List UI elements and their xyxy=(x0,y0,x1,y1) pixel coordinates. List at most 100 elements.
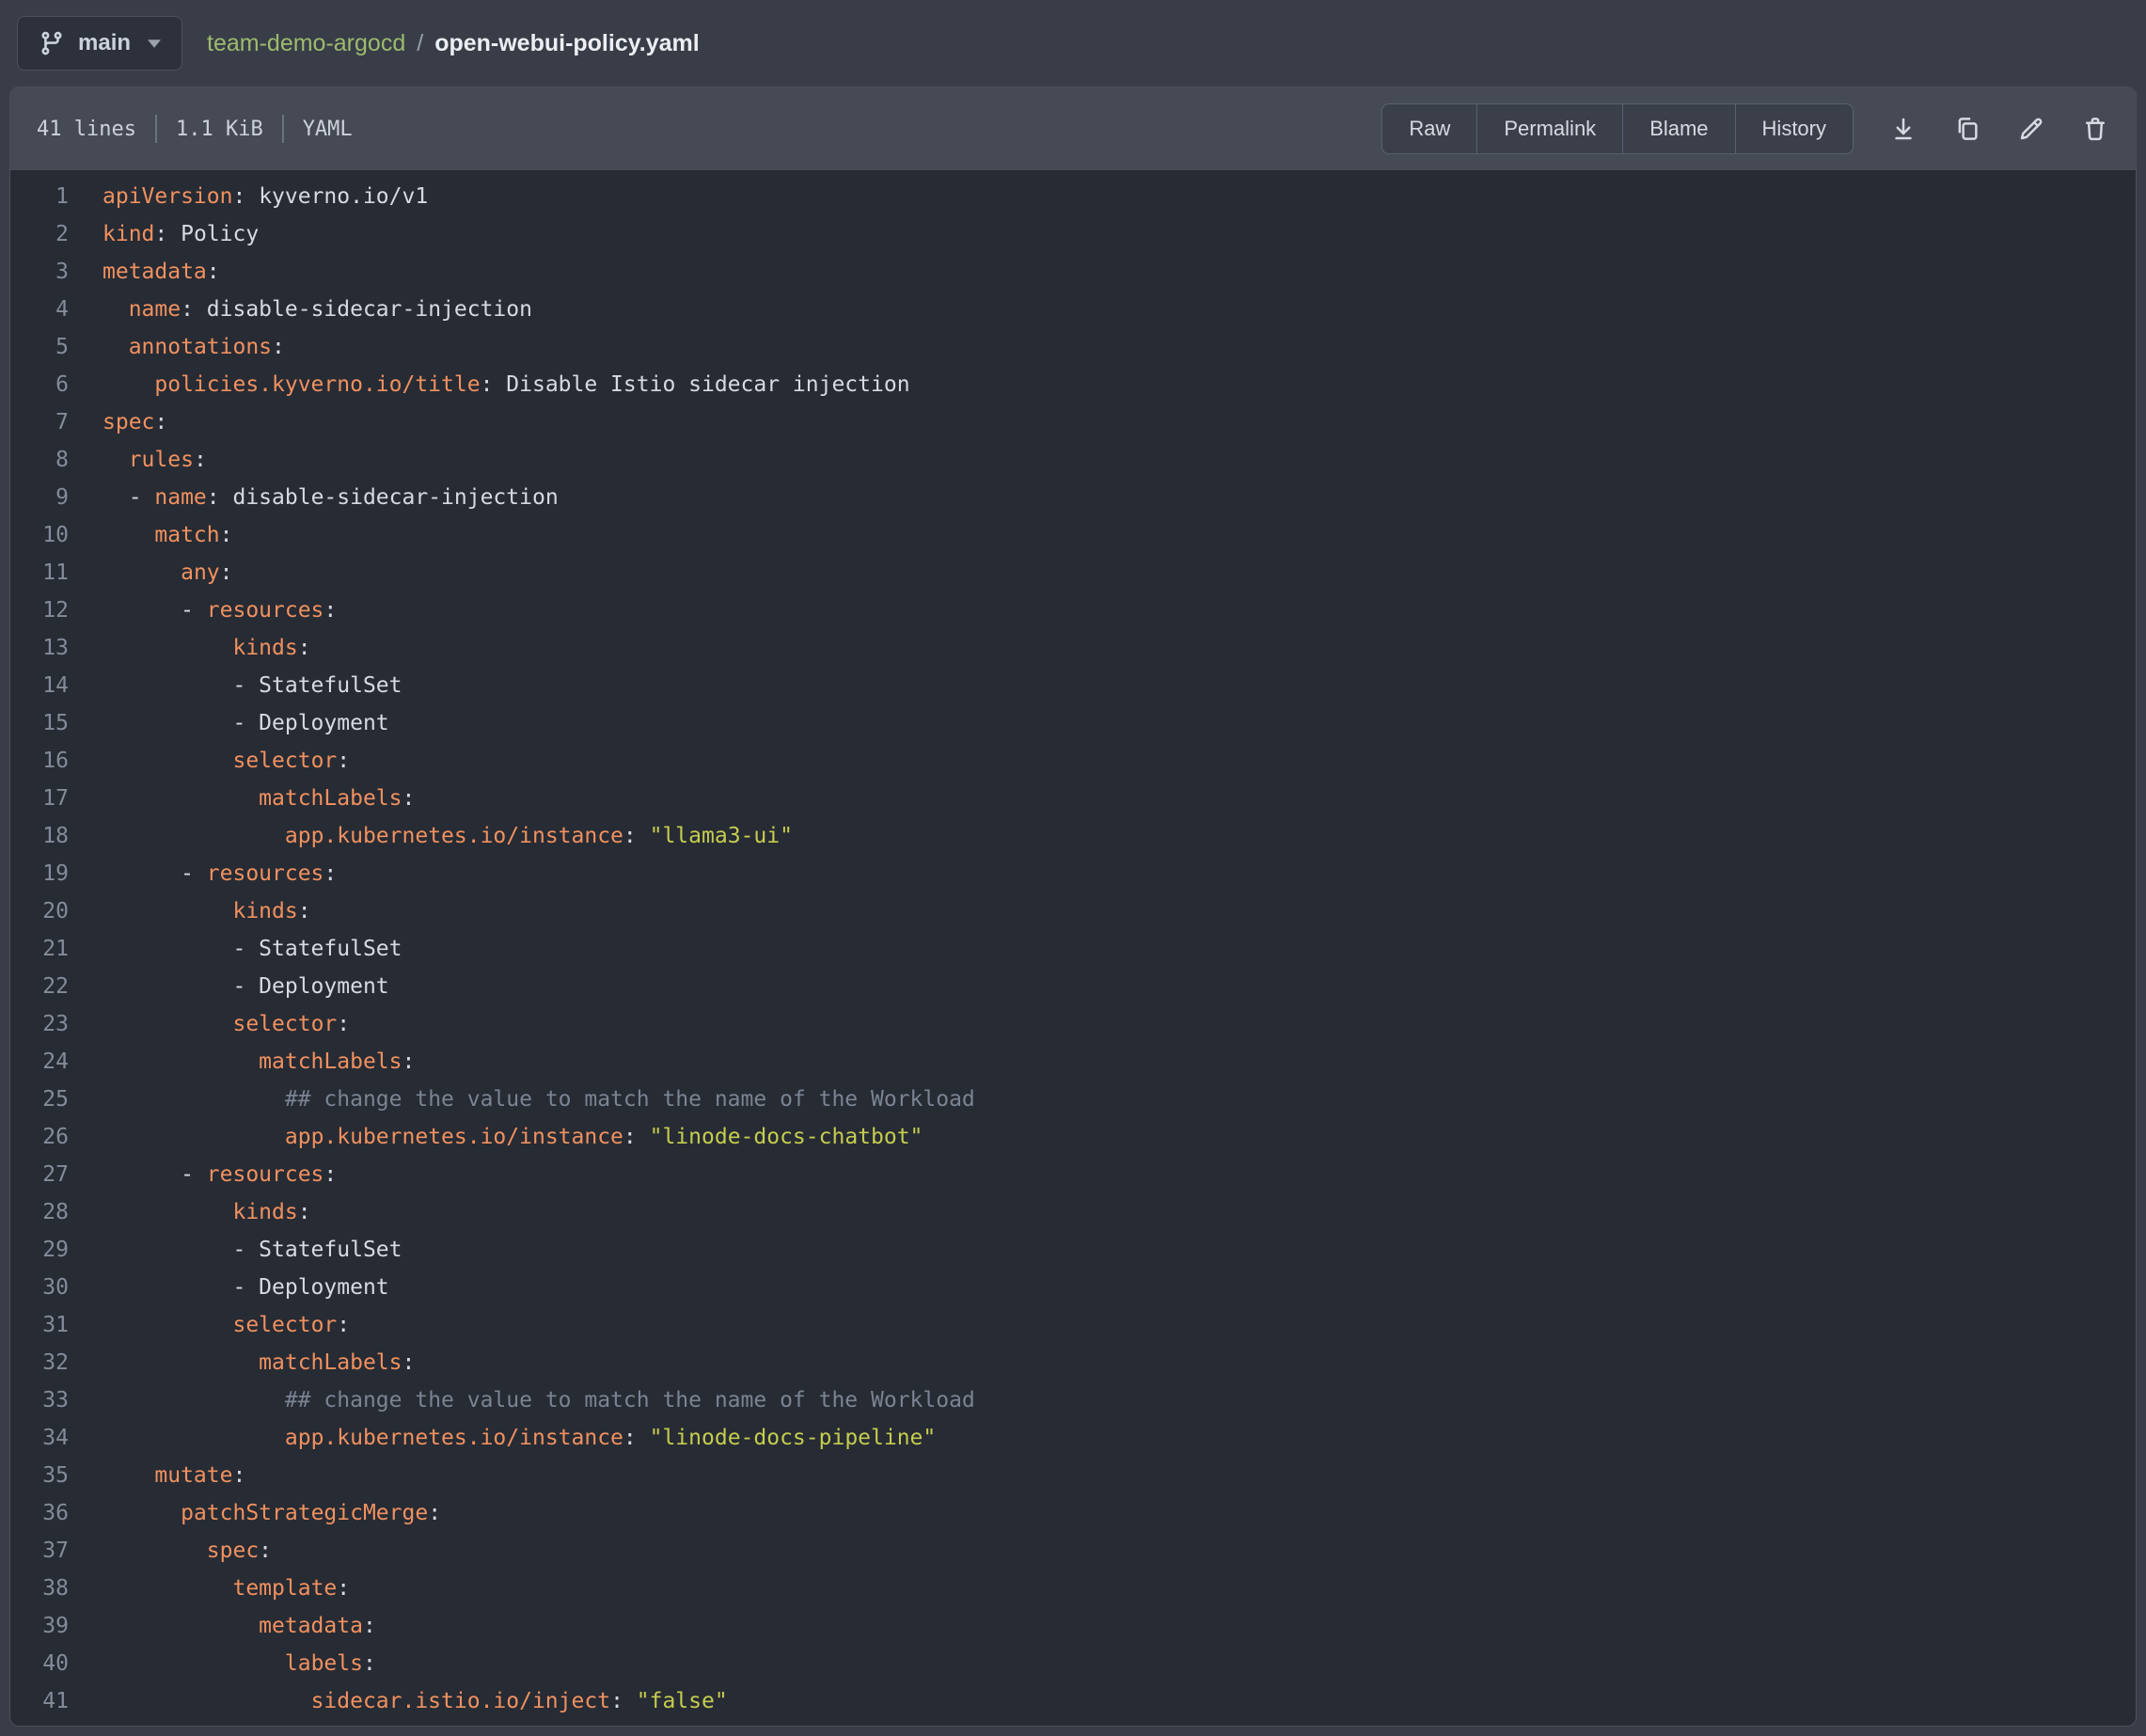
code-token-key: resources xyxy=(207,1162,324,1187)
line-number[interactable]: 2 xyxy=(10,215,103,253)
line-number[interactable]: 16 xyxy=(10,742,103,780)
code-token-punct: : xyxy=(259,1539,272,1563)
line-number[interactable]: 41 xyxy=(10,1682,103,1720)
line-number[interactable]: 27 xyxy=(10,1156,103,1193)
line-number[interactable]: 9 xyxy=(10,479,103,516)
line-number[interactable]: 35 xyxy=(10,1457,103,1494)
code-token-key: selector xyxy=(232,1012,337,1036)
copy-button[interactable] xyxy=(1953,115,1981,143)
code-line: 41 sidecar.istio.io/inject: "false" xyxy=(10,1682,2136,1720)
breadcrumb-repo-link[interactable]: team-demo-argocd xyxy=(207,30,405,57)
code-line-content: - Deployment xyxy=(103,704,389,742)
line-number[interactable]: 12 xyxy=(10,592,103,629)
download-button[interactable] xyxy=(1889,115,1917,143)
line-number[interactable]: 33 xyxy=(10,1381,103,1419)
permalink-button[interactable]: Permalink xyxy=(1476,103,1622,154)
code-token-punct xyxy=(103,1463,154,1488)
code-line: 6 policies.kyverno.io/title: Disable Ist… xyxy=(10,366,2136,403)
line-number[interactable]: 26 xyxy=(10,1118,103,1156)
code-token-string: "false" xyxy=(637,1689,728,1713)
code-token-punct xyxy=(103,1200,232,1224)
line-number[interactable]: 28 xyxy=(10,1193,103,1231)
code-line: 31 selector: xyxy=(10,1306,2136,1344)
edit-button[interactable] xyxy=(2017,115,2045,143)
code-view: 1apiVersion: kyverno.io/v12kind: Policy3… xyxy=(10,170,2136,1727)
line-number[interactable]: 31 xyxy=(10,1306,103,1344)
code-line-content: kinds: xyxy=(103,629,311,667)
code-line-content: - StatefulSet xyxy=(103,930,402,968)
code-token-punct: : xyxy=(298,899,311,923)
pencil-icon xyxy=(2017,115,2045,143)
line-number[interactable]: 24 xyxy=(10,1043,103,1081)
line-number[interactable]: 22 xyxy=(10,968,103,1005)
line-number[interactable]: 38 xyxy=(10,1570,103,1607)
line-number[interactable]: 37 xyxy=(10,1532,103,1570)
line-number[interactable]: 30 xyxy=(10,1269,103,1306)
line-number[interactable]: 23 xyxy=(10,1005,103,1043)
code-token-punct: : xyxy=(402,1049,416,1074)
line-number[interactable]: 1 xyxy=(10,178,103,215)
code-token-plain: kyverno.io/v1 xyxy=(259,184,428,209)
line-number[interactable]: 18 xyxy=(10,817,103,855)
line-number[interactable]: 5 xyxy=(10,328,103,366)
code-token-punct: : xyxy=(481,372,507,397)
code-token-punct: : xyxy=(154,410,167,434)
code-line: 29 - StatefulSet xyxy=(10,1231,2136,1269)
code-token-key: apiVersion xyxy=(103,184,232,209)
line-number[interactable]: 39 xyxy=(10,1607,103,1645)
code-token-plain: Deployment xyxy=(259,974,388,999)
line-number[interactable]: 3 xyxy=(10,253,103,291)
code-token-punct: - xyxy=(103,1162,207,1187)
line-number[interactable]: 10 xyxy=(10,516,103,554)
line-number[interactable]: 21 xyxy=(10,930,103,968)
line-number[interactable]: 13 xyxy=(10,629,103,667)
code-line: 39 metadata: xyxy=(10,1607,2136,1645)
line-number[interactable]: 6 xyxy=(10,366,103,403)
breadcrumb-filename: open-webui-policy.yaml xyxy=(434,30,700,57)
code-token-punct: : xyxy=(402,786,416,811)
code-token-punct: : xyxy=(337,1012,350,1036)
code-token-key: spec xyxy=(207,1539,259,1563)
line-number[interactable]: 19 xyxy=(10,855,103,892)
code-line: 24 matchLabels: xyxy=(10,1043,2136,1081)
delete-button[interactable] xyxy=(2081,115,2109,143)
line-number[interactable]: 40 xyxy=(10,1645,103,1682)
code-line: 2kind: Policy xyxy=(10,215,2136,253)
line-number[interactable]: 11 xyxy=(10,554,103,592)
code-token-punct xyxy=(103,786,259,811)
line-number[interactable]: 14 xyxy=(10,667,103,704)
code-token-punct: : xyxy=(181,297,207,322)
line-number[interactable]: 20 xyxy=(10,892,103,930)
line-number[interactable]: 8 xyxy=(10,441,103,479)
history-button[interactable]: History xyxy=(1735,103,1854,154)
code-token-punct xyxy=(103,1689,311,1713)
top-bar: main team-demo-argocd / open-webui-polic… xyxy=(0,0,2146,87)
file-view-button-group: Raw Permalink Blame History xyxy=(1381,103,1854,154)
line-number[interactable]: 4 xyxy=(10,291,103,328)
line-number[interactable]: 17 xyxy=(10,780,103,817)
code-token-plain: disable-sidecar-injection xyxy=(232,485,558,510)
code-line: 34 app.kubernetes.io/instance: "linode-d… xyxy=(10,1419,2136,1457)
code-token-key: resources xyxy=(207,598,324,623)
line-number[interactable]: 7 xyxy=(10,403,103,441)
line-number[interactable]: 29 xyxy=(10,1231,103,1269)
code-line: 9 - name: disable-sidecar-injection xyxy=(10,479,2136,516)
code-line-content: any: xyxy=(103,554,233,592)
code-token-punct xyxy=(103,448,129,472)
raw-button[interactable]: Raw xyxy=(1381,103,1476,154)
line-number[interactable]: 34 xyxy=(10,1419,103,1457)
blame-button[interactable]: Blame xyxy=(1622,103,1734,154)
code-line: 40 labels: xyxy=(10,1645,2136,1682)
line-number[interactable]: 36 xyxy=(10,1494,103,1532)
line-number[interactable]: 32 xyxy=(10,1344,103,1381)
code-token-plain: Deployment xyxy=(259,1275,388,1300)
code-token-key: kinds xyxy=(232,1200,297,1224)
code-token-key: template xyxy=(232,1576,337,1601)
breadcrumb: team-demo-argocd / open-webui-policy.yam… xyxy=(207,30,700,57)
line-number[interactable]: 25 xyxy=(10,1081,103,1118)
line-number[interactable]: 15 xyxy=(10,704,103,742)
branch-selector-button[interactable]: main xyxy=(17,16,182,71)
code-token-punct xyxy=(103,523,154,547)
code-line: 20 kinds: xyxy=(10,892,2136,930)
code-token-punct: : xyxy=(298,1200,311,1224)
